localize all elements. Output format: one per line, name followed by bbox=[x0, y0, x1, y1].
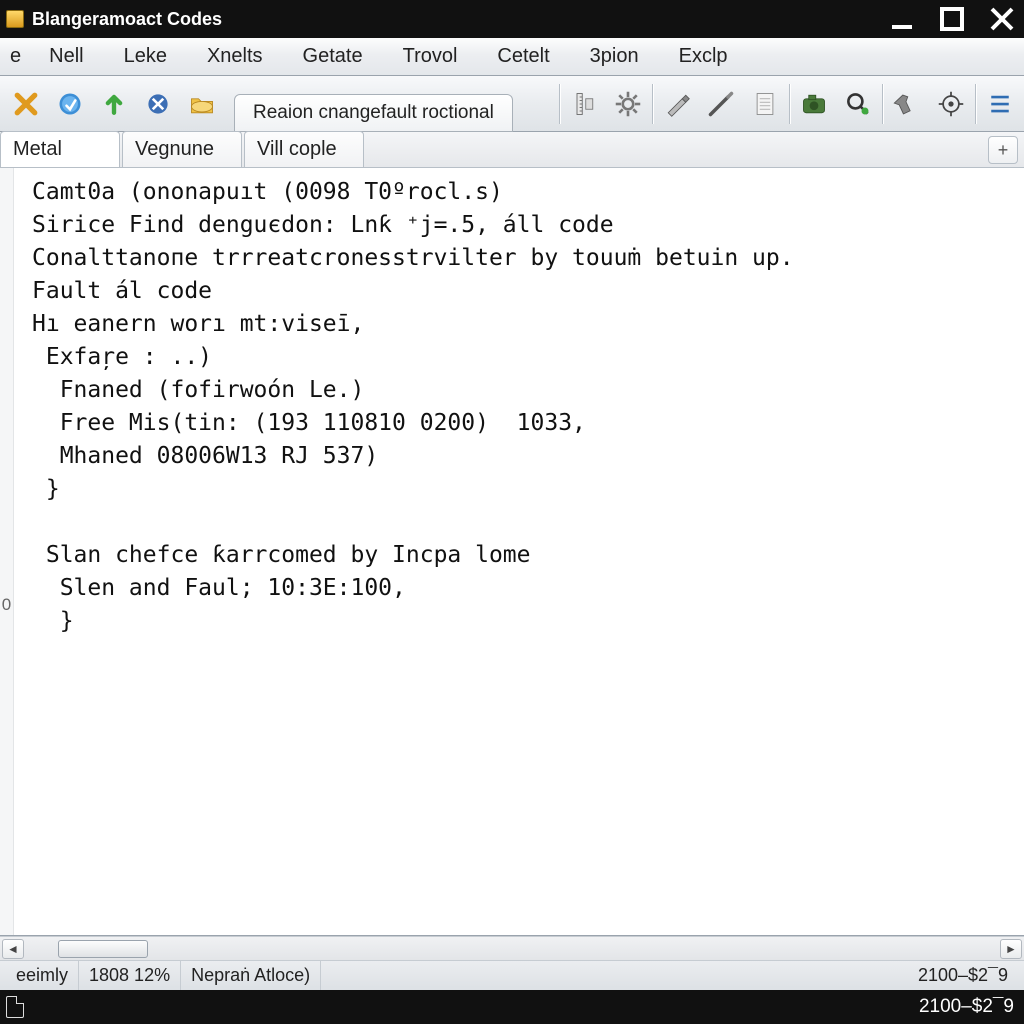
status-segment: eeimly bbox=[6, 961, 79, 990]
document-tab[interactable]: Metal bbox=[0, 131, 120, 167]
close-button[interactable] bbox=[986, 7, 1018, 31]
window-title: Blangeramoact Codes bbox=[32, 9, 222, 30]
titlebar: Blangeramoact Codes bbox=[0, 0, 1024, 38]
folder-icon[interactable] bbox=[182, 84, 222, 124]
delete-icon[interactable] bbox=[6, 84, 46, 124]
pencil-icon[interactable] bbox=[701, 84, 741, 124]
gear-icon[interactable] bbox=[608, 84, 648, 124]
new-tab-button[interactable]: + bbox=[988, 136, 1018, 164]
statusbar: eeimly 1808 12% Nepraṅ Atloce) 2100–$2¯9 bbox=[0, 960, 1024, 990]
editor-area: 0 Camt0a (ononapuıt (0098 T0ºrocl.s) Sir… bbox=[0, 168, 1024, 936]
menu-item[interactable]: Getate bbox=[283, 41, 383, 72]
app-window: Blangeramoact Codes e Nell Leke Xnelts G… bbox=[0, 0, 1024, 1024]
scroll-right-button[interactable]: ► bbox=[1000, 939, 1022, 959]
menu-item[interactable]: Nell bbox=[29, 41, 103, 72]
status-segment: Nepraṅ Atloce) bbox=[181, 961, 321, 990]
upload-icon[interactable] bbox=[94, 84, 134, 124]
pen-icon[interactable] bbox=[657, 84, 697, 124]
list-icon[interactable] bbox=[980, 84, 1020, 124]
document-tab[interactable]: Vill cople bbox=[244, 131, 364, 167]
gutter: 0 bbox=[0, 168, 14, 935]
document-tabstrip: Metal Vegnune Vill cople + bbox=[0, 132, 1024, 168]
remove-icon[interactable] bbox=[138, 84, 178, 124]
menu-item[interactable]: Xnelts bbox=[187, 41, 283, 72]
bottom-status-right: 2100–$2¯9 bbox=[919, 996, 1014, 1018]
scroll-thumb[interactable] bbox=[58, 940, 148, 958]
menu-item[interactable]: 3pion bbox=[570, 41, 659, 72]
page-icon[interactable] bbox=[6, 996, 24, 1018]
ruler-icon[interactable] bbox=[564, 84, 604, 124]
status-segment: 1808 12% bbox=[79, 961, 181, 990]
toolbar: Reaion cnangefault roctional bbox=[0, 76, 1024, 132]
inline-tab[interactable]: Reaion cnangefault roctional bbox=[234, 94, 513, 132]
menu-item[interactable]: Leke bbox=[104, 41, 187, 72]
minimize-button[interactable] bbox=[886, 7, 918, 31]
maximize-button[interactable] bbox=[936, 7, 968, 31]
bottom-strip: 2100–$2¯9 bbox=[0, 990, 1024, 1024]
menu-item[interactable]: Exclp bbox=[659, 41, 748, 72]
app-icon bbox=[6, 10, 24, 28]
scroll-left-button[interactable]: ◄ bbox=[2, 939, 24, 959]
menubar: e Nell Leke Xnelts Getate Trovol Cetelt … bbox=[0, 38, 1024, 76]
menu-item[interactable]: e bbox=[2, 41, 29, 72]
code-editor[interactable]: Camt0a (ononapuıt (0098 T0ºrocl.s) Siric… bbox=[14, 168, 1024, 935]
status-segment: 2100–$2¯9 bbox=[908, 961, 1018, 990]
document-icon[interactable] bbox=[745, 84, 785, 124]
tools-icon[interactable] bbox=[887, 84, 927, 124]
horizontal-scrollbar: ◄ ► bbox=[0, 936, 1024, 960]
zoom-icon[interactable] bbox=[838, 84, 878, 124]
menu-item[interactable]: Cetelt bbox=[477, 41, 569, 72]
target-icon[interactable] bbox=[931, 84, 971, 124]
camera-icon[interactable] bbox=[794, 84, 834, 124]
scroll-track[interactable] bbox=[30, 940, 210, 958]
info-icon[interactable] bbox=[50, 84, 90, 124]
document-tab[interactable]: Vegnune bbox=[122, 131, 242, 167]
menu-item[interactable]: Trovol bbox=[383, 41, 478, 72]
